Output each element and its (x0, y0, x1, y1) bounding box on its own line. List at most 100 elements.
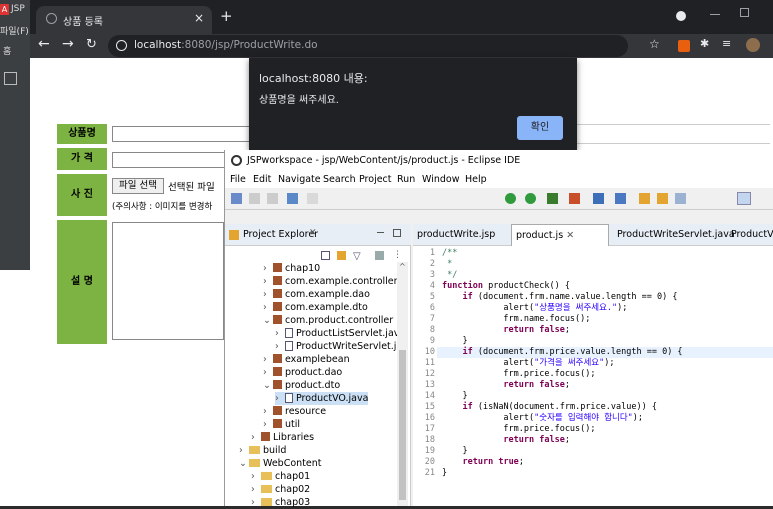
browser-tab[interactable]: 상품 등록 × (36, 6, 212, 34)
collapsed-arrow-icon[interactable]: › (263, 288, 273, 301)
collapsed-arrow-icon[interactable]: › (263, 275, 273, 288)
tab-product-js[interactable]: product.js ✕ (511, 224, 609, 246)
tree-item[interactable]: › com.example.dao (263, 288, 370, 301)
file-select-button[interactable]: 파일 선택 (112, 178, 164, 194)
tab-productwrite-jsp[interactable]: productWrite.jsp (413, 224, 509, 246)
tree-item[interactable]: ⌄ com.product.controller (263, 314, 393, 327)
new-tab-icon[interactable]: + (220, 7, 233, 25)
scroll-up-icon[interactable]: ^ (399, 262, 406, 271)
bookmark-star-icon[interactable]: ☆ (649, 37, 660, 51)
back-menu-home[interactable]: 홈 (3, 44, 11, 57)
print-icon[interactable] (267, 193, 278, 204)
minimize-icon[interactable] (710, 14, 720, 15)
expanded-arrow-icon[interactable]: ⌄ (263, 379, 273, 392)
link-editor-icon[interactable] (337, 251, 346, 260)
collapsed-arrow-icon[interactable]: › (251, 483, 261, 496)
expanded-arrow-icon[interactable]: ⌄ (263, 314, 273, 327)
tree-item[interactable]: › com.example.dto (263, 301, 368, 314)
collapsed-arrow-icon[interactable]: › (251, 470, 261, 483)
tree-item[interactable]: › chap10 (263, 262, 320, 275)
open-type-icon[interactable] (639, 193, 650, 204)
close-view-icon[interactable]: ✕ (309, 228, 317, 238)
tree-item[interactable]: › product.dao (263, 366, 342, 379)
tree-item[interactable]: › examplebean (263, 353, 350, 366)
menu-edit[interactable]: Edit (253, 174, 271, 185)
tab-productvo[interactable]: ProductV (727, 224, 773, 246)
puzzle-icon[interactable]: ✱ (700, 37, 709, 50)
collapsed-arrow-icon[interactable]: › (275, 392, 285, 405)
tree-item[interactable]: › resource (263, 405, 326, 418)
tree-item[interactable]: › chap02 (251, 483, 310, 496)
menu-window[interactable]: Window (422, 174, 459, 185)
open-task-icon[interactable] (657, 193, 668, 204)
perspective-icon[interactable] (737, 192, 751, 205)
menu-help[interactable]: Help (465, 174, 487, 185)
new-java-class-icon[interactable] (615, 193, 626, 204)
collapsed-arrow-icon[interactable]: › (263, 301, 273, 314)
filter-icon[interactable]: ▽ (353, 251, 361, 262)
collapse-all-icon[interactable] (321, 251, 330, 260)
collapsed-arrow-icon[interactable]: › (239, 444, 249, 457)
code-area[interactable]: 1 /** 2 * 3 */ 4 function productCheck() {5 i… (413, 246, 773, 506)
tree-item[interactable]: › ProductWriteServlet.jav (275, 340, 408, 353)
new-icon[interactable] (231, 193, 242, 204)
profile-dot-icon[interactable] (676, 11, 686, 21)
menu-project[interactable]: Project (359, 174, 392, 185)
collapsed-arrow-icon[interactable]: › (263, 405, 273, 418)
reload-icon[interactable]: ↻ (86, 37, 97, 52)
scrollbar-thumb[interactable] (399, 350, 406, 500)
collapsed-arrow-icon[interactable]: › (263, 366, 273, 379)
coverage-icon[interactable] (547, 193, 558, 204)
explorer-scrollbar[interactable]: ^ (397, 262, 408, 506)
back-menu-file[interactable]: 파일(F) (0, 24, 29, 37)
tab-close-icon[interactable]: × (194, 11, 204, 25)
maximize-view-icon[interactable] (393, 229, 401, 237)
maximize-icon[interactable] (740, 8, 749, 17)
tree-item[interactable]: › com.example.controller (263, 275, 398, 288)
save-icon[interactable] (4, 72, 17, 85)
tab-productwriteservlet-java[interactable]: ProductWriteServlet.java (613, 224, 735, 246)
collapsed-arrow-icon[interactable]: › (275, 340, 285, 353)
collapsed-arrow-icon[interactable]: › (263, 353, 273, 366)
menu-navigate[interactable]: Navigate (278, 174, 321, 185)
tab-close-icon[interactable]: ✕ (566, 230, 574, 241)
view-menu-icon[interactable] (375, 251, 384, 260)
tree-item[interactable]: ⌄ product.dto (263, 379, 340, 392)
external-tools-icon[interactable] (569, 193, 580, 204)
run-icon[interactable] (525, 193, 536, 204)
pen-icon[interactable] (675, 193, 686, 204)
toggle-icon[interactable] (307, 193, 318, 204)
tree-item[interactable]: › chap01 (251, 470, 310, 483)
minimize-view-icon[interactable] (377, 232, 384, 233)
extension-icon[interactable] (678, 40, 690, 52)
tree-item[interactable]: ⌄ WebContent (239, 457, 322, 470)
menu-search[interactable]: Search (323, 174, 356, 185)
tree-item[interactable]: › ProductListServlet.java (275, 327, 405, 340)
collapsed-arrow-icon[interactable]: › (263, 418, 273, 431)
tree-item[interactable]: › build (239, 444, 286, 457)
reading-list-icon[interactable]: ≡ (722, 37, 731, 50)
forward-arrow-icon[interactable]: → (62, 36, 74, 52)
back-arrow-icon[interactable]: ← (38, 36, 50, 52)
tree-item[interactable]: › Libraries (251, 431, 314, 444)
address-bar[interactable]: localhost:8080/jsp/ProductWrite.do (108, 35, 628, 57)
save-all-icon[interactable] (249, 193, 260, 204)
tree-item[interactable]: › chap03 (251, 496, 310, 509)
collapsed-arrow-icon[interactable]: › (251, 431, 261, 444)
menu-file[interactable]: File (230, 174, 246, 185)
more-icon[interactable]: ⋮ (393, 250, 402, 260)
tree-item[interactable]: › ProductVO.java (275, 392, 369, 405)
debug-icon[interactable] (505, 193, 516, 204)
avatar[interactable] (746, 38, 760, 52)
collapsed-arrow-icon[interactable]: › (251, 496, 261, 509)
collapsed-arrow-icon[interactable]: › (275, 327, 285, 340)
menu-run[interactable]: Run (397, 174, 415, 185)
ok-button[interactable]: 확인 (517, 116, 563, 140)
new-server-icon[interactable] (593, 193, 604, 204)
info-icon[interactable] (116, 40, 127, 51)
expanded-arrow-icon[interactable]: ⌄ (239, 457, 249, 470)
description-textarea[interactable] (112, 222, 224, 340)
collapsed-arrow-icon[interactable]: › (263, 262, 273, 275)
terminal-icon[interactable] (287, 193, 298, 204)
tree-item[interactable]: › util (263, 418, 300, 431)
